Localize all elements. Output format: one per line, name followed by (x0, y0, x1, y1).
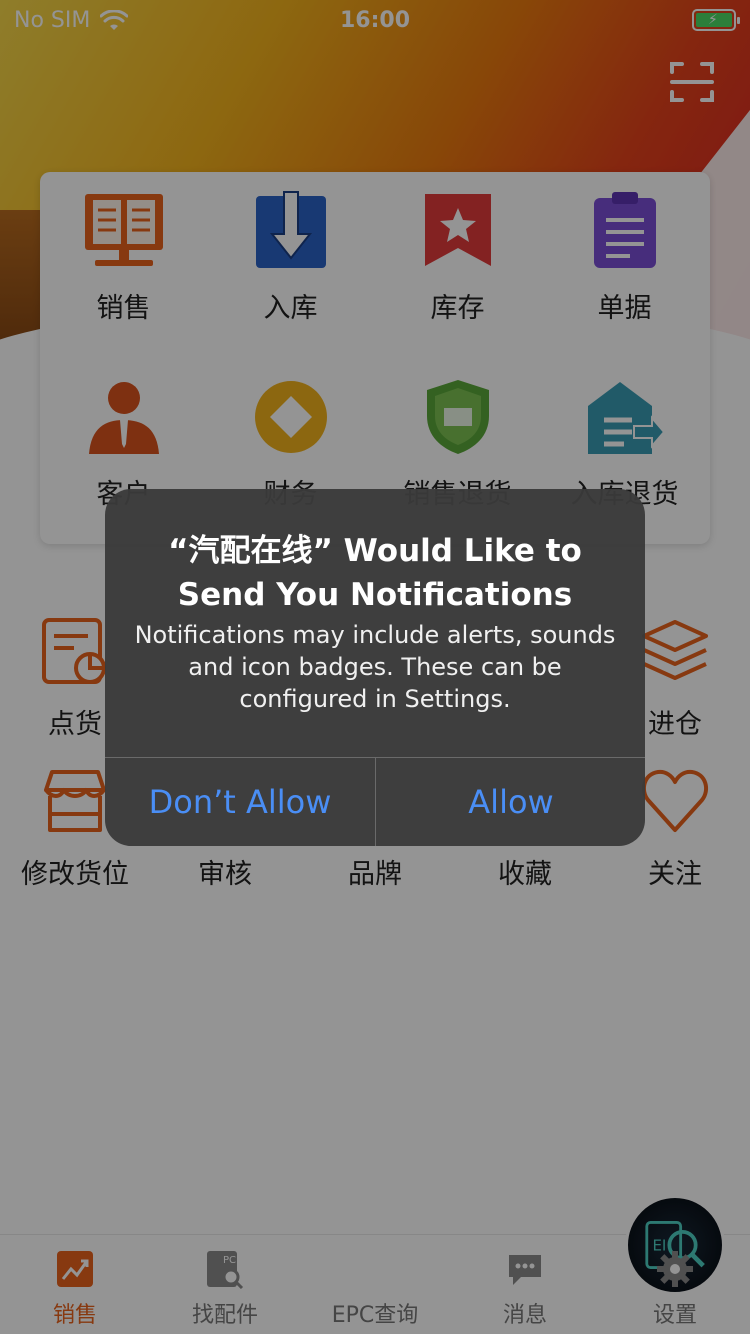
allow-button[interactable]: Allow (376, 758, 645, 846)
dont-allow-button[interactable]: Don’t Allow (105, 758, 375, 846)
alert-message: Notifications may include alerts, sounds… (134, 621, 616, 713)
notification-permission-alert: “汽配在线” Would Like to Send You Notificati… (105, 489, 645, 846)
app-screen: No SIM 16:00 ⚡ 销售 入库 库存 单据 点货 进仓 修改货位 审核… (0, 0, 750, 1334)
alert-title: “汽配在线” Would Like to Send You Notificati… (135, 529, 615, 617)
alert-title-line1: “汽配在线” Would Like to (168, 533, 582, 569)
alert-title-line2: Send You Notifications (177, 577, 573, 613)
